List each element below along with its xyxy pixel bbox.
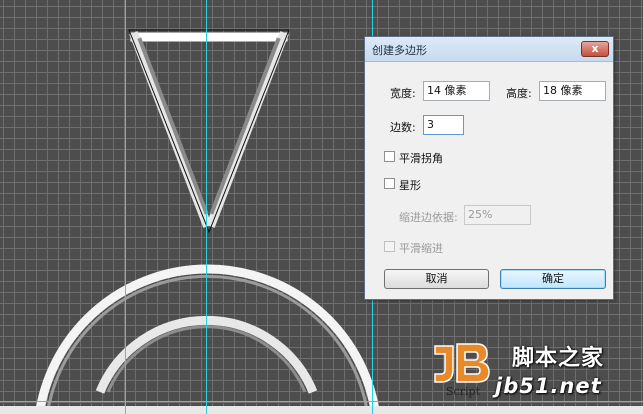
outer-arc-shape [35, 264, 380, 411]
guide-vertical-1[interactable] [125, 0, 126, 414]
width-label: 宽度: [390, 87, 416, 100]
sides-input[interactable]: 3 [423, 115, 464, 135]
sides-label: 边数: [390, 121, 416, 134]
dialog-titlebar[interactable]: 创建多边形 x [365, 37, 613, 62]
dialog-title: 创建多边形 [372, 44, 427, 57]
ok-button[interactable]: 确定 [500, 269, 606, 289]
smooth-corners-box[interactable] [384, 151, 395, 162]
height-input[interactable]: 18 像素 [539, 81, 606, 101]
create-polygon-dialog: 创建多边形 x 宽度: 14 像素 高度: 18 像素 边数: 3 平滑拐角 星… [364, 36, 614, 300]
guide-horizontal-1[interactable] [0, 401, 643, 402]
indent-label: 缩进边依据: [399, 211, 458, 224]
close-button[interactable]: x [581, 41, 609, 57]
watermark-site-name: 脚本之家 [512, 346, 605, 371]
smooth-indents-box[interactable] [384, 241, 395, 252]
width-input[interactable]: 14 像素 [423, 81, 490, 101]
watermark-script-text: Script [446, 385, 480, 398]
guide-vertical-2[interactable] [206, 0, 207, 414]
jb-logo-icon [434, 343, 490, 383]
bottom-edge [0, 406, 643, 414]
watermark-url: jb51.net [495, 374, 602, 398]
close-icon: x [591, 42, 599, 55]
height-label: 高度: [506, 87, 532, 100]
smooth-indents-label: 平滑缩进 [399, 242, 443, 255]
triangle-shape [128, 29, 290, 233]
smooth-corners-label: 平滑拐角 [399, 152, 443, 165]
cancel-button[interactable]: 取消 [384, 269, 489, 289]
star-box[interactable] [384, 178, 395, 189]
star-label: 星形 [399, 179, 421, 192]
indent-input[interactable]: 25% [464, 205, 531, 225]
